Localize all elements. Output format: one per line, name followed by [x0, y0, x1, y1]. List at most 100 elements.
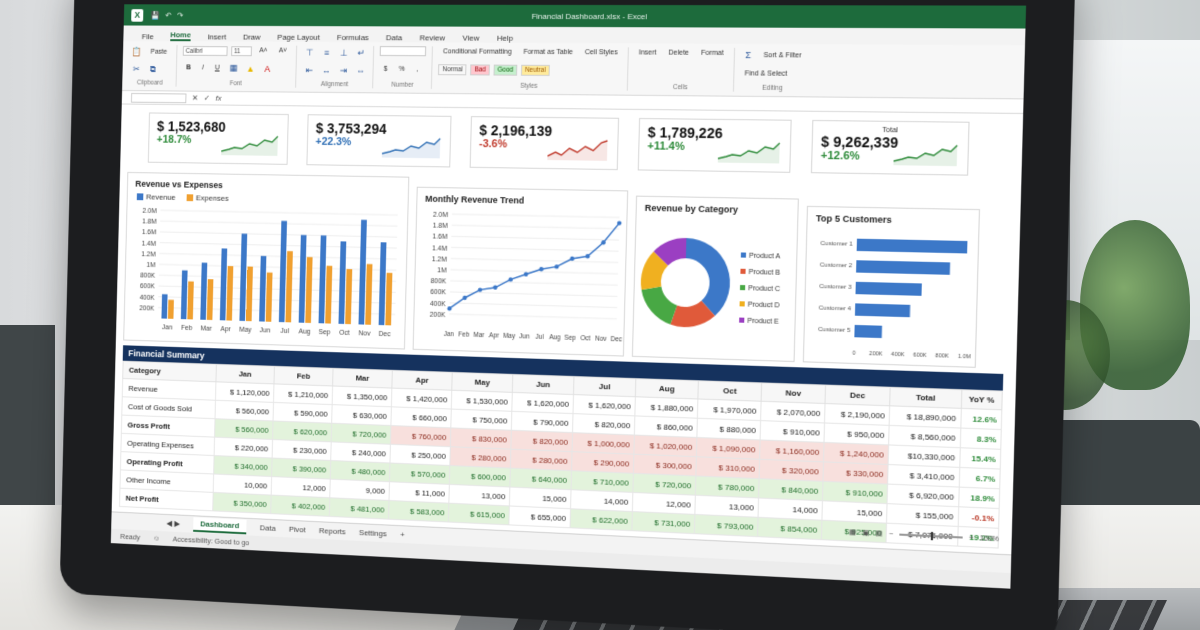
name-box[interactable]	[130, 92, 187, 103]
table-cell[interactable]: $ 760,000	[390, 425, 451, 447]
top-5-customers-chart[interactable]: Top 5 Customers Customer 1 Customer 2 Cust…	[802, 205, 980, 368]
grow-font-icon[interactable]: A˄	[255, 45, 271, 56]
table-cell[interactable]: $ 1,530,000	[451, 390, 513, 412]
column-header[interactable]: Oct	[698, 380, 762, 402]
revenue-by-category-chart[interactable]: Revenue by Category Product A Product B Pr…	[631, 195, 799, 363]
kpi-card[interactable]: $ 3,753,294 +22.3%	[306, 114, 452, 168]
table-cell[interactable]: $ 1,350,000	[332, 385, 392, 407]
table-cell[interactable]: $ 622,000	[570, 508, 633, 531]
redo-icon[interactable]: ↷	[177, 11, 183, 20]
sheet-tab-pivot[interactable]: Pivot	[289, 525, 306, 535]
tab-view[interactable]: View	[462, 34, 479, 43]
table-cell[interactable]: $ 1,620,000	[511, 392, 574, 414]
table-cell[interactable]: -0.1%	[957, 506, 1000, 529]
column-header[interactable]: Feb	[273, 366, 334, 386]
expenses-bar[interactable]	[365, 264, 373, 325]
table-cell[interactable]: $ 1,210,000	[273, 383, 333, 405]
table-cell[interactable]: $ 280,000	[449, 446, 511, 469]
customer-bar[interactable]	[854, 303, 911, 318]
kpi-card[interactable]: Total $ 9,262,339 +12.6%	[810, 119, 970, 176]
table-cell[interactable]: $ 615,000	[448, 503, 510, 525]
table-cell[interactable]: $ 854,000	[757, 517, 823, 540]
confirm-formula-icon[interactable]: ✓	[204, 94, 210, 103]
tab-draw[interactable]: Draw	[243, 33, 261, 42]
revenue-bar[interactable]	[259, 255, 267, 322]
row-label[interactable]: Net Profit	[119, 488, 214, 511]
table-cell[interactable]: $ 300,000	[633, 454, 697, 476]
column-header[interactable]: Aug	[635, 378, 699, 399]
column-header[interactable]: YoY %	[960, 389, 1003, 410]
copy-icon[interactable]: ⧉	[146, 62, 159, 76]
table-cell[interactable]: $ 481,000	[329, 497, 390, 520]
font-name-select[interactable]: Calibri	[182, 45, 228, 56]
table-cell[interactable]: $ 1,000,000	[572, 432, 635, 455]
sheet-tab-dashboard[interactable]: Dashboard	[192, 517, 247, 535]
donut-slice[interactable]	[684, 238, 732, 317]
align-middle-icon[interactable]: ≡	[320, 46, 334, 60]
tab-insert[interactable]: Insert	[207, 33, 226, 42]
table-cell[interactable]: $ 630,000	[331, 404, 392, 426]
expenses-bar[interactable]	[187, 281, 194, 320]
customer-bar[interactable]	[855, 281, 922, 296]
table-cell[interactable]: $ 220,000	[214, 437, 273, 459]
table-cell[interactable]: $ 590,000	[273, 402, 333, 424]
table-cell[interactable]: $ 1,090,000	[696, 437, 761, 460]
sort-filter-button[interactable]: Sort & Filter	[759, 50, 806, 61]
table-cell[interactable]: $ 790,000	[511, 411, 574, 433]
table-cell[interactable]: 6.7%	[958, 467, 1001, 489]
tab-home[interactable]: Home	[170, 30, 191, 42]
trend-point[interactable]	[539, 266, 544, 272]
expenses-bar[interactable]	[325, 265, 333, 324]
style-bad[interactable]: Bad	[470, 64, 490, 76]
number-format-select[interactable]	[380, 46, 427, 57]
wrap-text-icon[interactable]: ↵	[354, 46, 368, 60]
zoom-in-button[interactable]: +	[969, 534, 974, 541]
column-header[interactable]: Apr	[391, 370, 453, 391]
delete-cells-button[interactable]: Delete	[664, 48, 693, 59]
column-header[interactable]: Dec	[825, 385, 891, 406]
column-header[interactable]: Nov	[761, 382, 826, 404]
borders-icon[interactable]: ▦	[227, 61, 240, 75]
expenses-bar[interactable]	[305, 257, 313, 323]
paste-icon[interactable]: 📋	[130, 45, 143, 59]
column-header[interactable]: Jan	[215, 364, 275, 384]
expenses-bar[interactable]	[245, 266, 253, 322]
table-cell[interactable]: $ 2,070,000	[760, 401, 826, 423]
table-cell[interactable]: $ 731,000	[631, 511, 696, 534]
align-top-icon[interactable]: ⊤	[303, 46, 317, 60]
table-cell[interactable]: $ 240,000	[330, 441, 391, 464]
cut-icon[interactable]: ✂	[130, 62, 143, 76]
tab-help[interactable]: Help	[497, 34, 513, 43]
style-normal[interactable]: Normal	[438, 64, 467, 76]
percent-icon[interactable]: %	[395, 63, 409, 74]
tab-formulas[interactable]: Formulas	[337, 33, 369, 42]
currency-icon[interactable]: $	[380, 63, 392, 74]
expenses-bar[interactable]	[206, 279, 214, 321]
align-bottom-icon[interactable]: ⊥	[337, 46, 351, 60]
align-right-icon[interactable]: ⇥	[337, 64, 351, 78]
table-cell[interactable]: 18.9%	[958, 487, 1000, 509]
bold-button[interactable]: B	[182, 62, 194, 73]
fx-icon[interactable]: fx	[215, 94, 221, 103]
table-cell[interactable]: $ 910,000	[760, 420, 825, 443]
monthly-revenue-trend-chart[interactable]: Monthly Revenue Trend 2.0M 1.8M 1.6M 1.4M 1.…	[412, 186, 629, 357]
table-cell[interactable]: $ 1,420,000	[391, 388, 452, 410]
table-cell[interactable]: $ 720,000	[331, 423, 391, 445]
expenses-bar[interactable]	[226, 266, 234, 321]
revenue-vs-expenses-chart[interactable]: Revenue vs Expenses Revenue Expenses 2.0…	[123, 171, 410, 350]
accessibility-icon[interactable]: ☺	[153, 534, 160, 543]
sheet-nav-arrows-icon[interactable]: ◀ ▶	[166, 519, 180, 528]
fill-color-icon[interactable]: ▲	[244, 61, 257, 75]
revenue-bar[interactable]	[200, 262, 208, 320]
format-as-table-button[interactable]: Format as Table	[519, 47, 577, 58]
table-cell[interactable]: $ 880,000	[697, 418, 761, 440]
table-cell[interactable]: $ 655,000	[508, 505, 571, 528]
style-good[interactable]: Good	[493, 64, 518, 76]
table-cell[interactable]: $ 1,970,000	[697, 398, 762, 421]
table-cell[interactable]: $ 750,000	[450, 409, 512, 431]
table-cell[interactable]: $ 330,000	[823, 461, 889, 485]
revenue-bar[interactable]	[338, 241, 347, 324]
table-cell[interactable]: $ 830,000	[450, 427, 512, 450]
undo-icon[interactable]: ↶	[165, 11, 171, 20]
underline-button[interactable]: U	[211, 63, 223, 74]
